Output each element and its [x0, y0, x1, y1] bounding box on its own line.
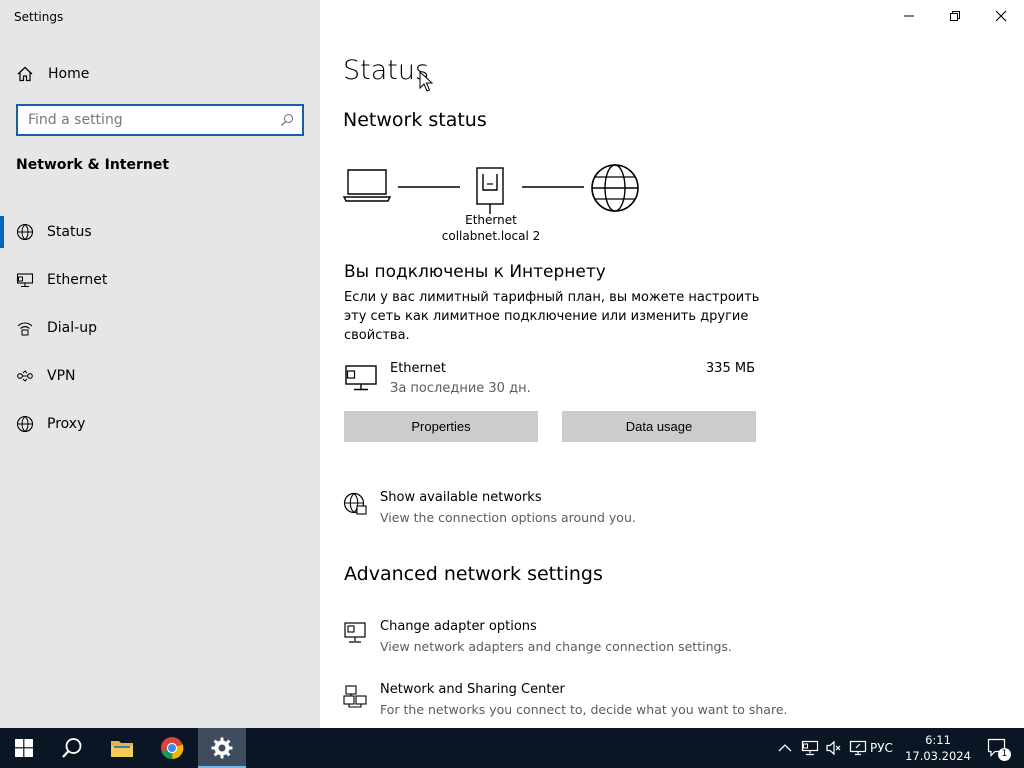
sidebar-item-ethernet[interactable]: Ethernet [0, 256, 320, 304]
sharing-center-subtitle: For the networks you connect to, decide … [380, 702, 788, 717]
language-indicator[interactable]: РУС [870, 728, 893, 768]
change-adapter-subtitle: View network adapters and change connect… [380, 639, 732, 654]
sidebar-item-label: Status [47, 224, 92, 240]
ethernet-adapter-icon [345, 365, 377, 391]
sidebar-item-proxy[interactable]: Proxy [0, 400, 320, 448]
show-networks-link[interactable]: Show available networks [380, 490, 542, 505]
settings-taskbar-button[interactable] [198, 728, 246, 768]
sidebar-item-label: VPN [47, 368, 76, 384]
sidebar-item-status[interactable]: Status [0, 208, 320, 256]
properties-button[interactable]: Properties [344, 411, 538, 442]
search-input[interactable] [26, 111, 276, 129]
sidebar-item-label: Proxy [47, 416, 86, 432]
sidebar: Settings Home Network & Internet Status … [0, 0, 320, 728]
network-label: collabnet.local 2 [441, 229, 541, 243]
dial-up-icon [16, 319, 34, 337]
connected-description: Если у вас лимитный тарифный план, вы мо… [344, 290, 760, 343]
main-content: Status Network status Ethernet collabnet… [320, 0, 1024, 728]
network-status-heading: Network status [343, 109, 487, 131]
file-explorer-button[interactable] [98, 728, 146, 768]
section-title: Network & Internet [16, 157, 170, 173]
adapter-options-icon [344, 622, 366, 643]
adapter-name: Ethernet [390, 361, 446, 376]
volume-tray-button[interactable] [822, 728, 846, 768]
show-hidden-icons-button[interactable] [774, 728, 796, 768]
windows-start-icon [15, 739, 33, 757]
mouse-cursor-icon [419, 71, 433, 92]
adapter-usage: 335 МБ [705, 361, 755, 376]
chrome-button[interactable] [148, 728, 196, 768]
display-tray-button[interactable] [846, 728, 870, 768]
sharing-center-icon [343, 685, 367, 708]
available-networks-icon [343, 492, 367, 515]
connected-heading: Вы подключены к Интернету [344, 262, 606, 282]
clock-date: 17.03.2024 [905, 749, 971, 763]
volume-icon [826, 740, 841, 756]
start-button[interactable] [0, 728, 48, 768]
home-label: Home [48, 66, 90, 82]
globe-icon [591, 164, 639, 212]
notification-badge: 1 [998, 748, 1011, 761]
status-icon [16, 223, 34, 241]
clock-time: 6:11 [925, 733, 951, 747]
page-title: Status [343, 55, 430, 86]
adapter-label: Ethernet [465, 213, 517, 227]
advanced-settings-heading: Advanced network settings [344, 563, 603, 585]
laptop-icon [342, 169, 392, 202]
taskbar: РУС 6:11 17.03.2024 1 [0, 728, 1024, 768]
proxy-icon [16, 415, 34, 433]
ethernet-icon [16, 271, 34, 289]
search-icon[interactable] [280, 113, 294, 127]
network-icon [801, 740, 819, 756]
taskbar-search-button[interactable] [48, 728, 96, 768]
search-icon [62, 738, 82, 758]
change-adapter-options-link[interactable]: Change adapter options [380, 619, 537, 634]
home-icon [17, 66, 33, 82]
show-networks-subtitle: View the connection options around you. [380, 510, 636, 525]
data-usage-button[interactable]: Data usage [562, 411, 756, 442]
vpn-icon [16, 367, 34, 385]
sidebar-item-dial-up[interactable]: Dial-up [0, 304, 320, 352]
notification-center-button[interactable]: 1 [978, 728, 1018, 768]
display-icon [849, 740, 867, 756]
clock[interactable]: 6:11 17.03.2024 [900, 732, 976, 764]
ethernet-port-icon [476, 167, 504, 214]
sidebar-item-vpn[interactable]: VPN [0, 352, 320, 400]
adapter-period: За последние 30 дн. [390, 381, 531, 396]
file-explorer-icon [111, 741, 133, 757]
network-diagram: Ethernet collabnet.local 2 [342, 162, 643, 252]
search-box[interactable] [16, 104, 304, 136]
chrome-icon [161, 737, 184, 760]
settings-gear-icon [211, 737, 233, 759]
chevron-up-icon [778, 744, 792, 752]
home-link[interactable]: Home [16, 62, 89, 86]
sidebar-item-label: Ethernet [47, 272, 108, 288]
sidebar-nav: Status Ethernet Dial-up VPN Proxy [0, 208, 320, 448]
sharing-center-link[interactable]: Network and Sharing Center [380, 682, 565, 697]
sidebar-item-label: Dial-up [47, 320, 97, 336]
app-title: Settings [14, 10, 64, 24]
network-tray-button[interactable] [798, 728, 822, 768]
